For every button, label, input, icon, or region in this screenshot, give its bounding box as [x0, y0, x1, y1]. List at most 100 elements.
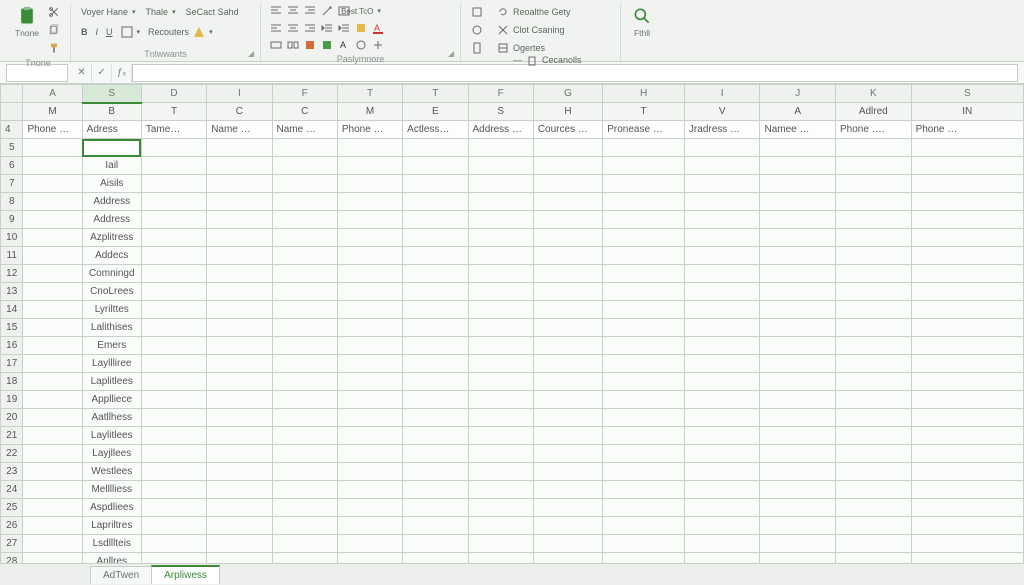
- cell[interactable]: T: [141, 103, 206, 121]
- cell[interactable]: [836, 211, 912, 229]
- cell[interactable]: [684, 193, 760, 211]
- cell[interactable]: [141, 139, 206, 157]
- cell[interactable]: M: [337, 103, 402, 121]
- cell[interactable]: [684, 391, 760, 409]
- cell[interactable]: [911, 463, 1023, 481]
- cell[interactable]: [23, 409, 82, 427]
- row-header[interactable]: 22: [1, 445, 23, 463]
- cell[interactable]: Aisils: [82, 175, 141, 193]
- cell[interactable]: [207, 301, 272, 319]
- cell[interactable]: [337, 337, 402, 355]
- align-top-right-button[interactable]: [303, 4, 317, 18]
- cell[interactable]: [533, 409, 602, 427]
- font-dialog-launcher[interactable]: ◢: [248, 49, 258, 59]
- cell[interactable]: [603, 211, 685, 229]
- best-tco-button[interactable]: Best TcO▾: [354, 4, 368, 18]
- indent-dec-button[interactable]: [320, 21, 334, 35]
- cell[interactable]: [403, 553, 468, 564]
- cell[interactable]: [911, 265, 1023, 283]
- cell[interactable]: [337, 517, 402, 535]
- cell[interactable]: [272, 553, 337, 564]
- cell[interactable]: [207, 157, 272, 175]
- indent-inc-button[interactable]: [337, 21, 351, 35]
- cell[interactable]: [533, 175, 602, 193]
- row-header[interactable]: 13: [1, 283, 23, 301]
- row-header[interactable]: 16: [1, 337, 23, 355]
- style2-button[interactable]: [320, 38, 334, 52]
- row-header[interactable]: 10: [1, 229, 23, 247]
- cell[interactable]: V: [684, 103, 760, 121]
- cell[interactable]: Phone ….: [836, 121, 912, 139]
- cell[interactable]: [468, 283, 533, 301]
- cell[interactable]: [141, 517, 206, 535]
- cell[interactable]: [337, 175, 402, 193]
- cell[interactable]: [403, 175, 468, 193]
- cell[interactable]: [403, 409, 468, 427]
- cell[interactable]: [684, 247, 760, 265]
- side-doc-button[interactable]: [469, 40, 485, 56]
- cell[interactable]: [207, 175, 272, 193]
- cell[interactable]: [533, 463, 602, 481]
- cell[interactable]: [272, 157, 337, 175]
- row-header[interactable]: 23: [1, 463, 23, 481]
- cell[interactable]: [684, 175, 760, 193]
- cell[interactable]: [836, 517, 912, 535]
- col-header[interactable]: H: [603, 85, 685, 103]
- cell[interactable]: [836, 409, 912, 427]
- cell[interactable]: [603, 193, 685, 211]
- font-name-dropdown[interactable]: Voyer Hane▾: [79, 4, 138, 20]
- row-header[interactable]: 7: [1, 175, 23, 193]
- cell[interactable]: A: [760, 103, 836, 121]
- cell[interactable]: [141, 553, 206, 564]
- cell[interactable]: [207, 337, 272, 355]
- cell[interactable]: [533, 355, 602, 373]
- row-header[interactable]: 9: [1, 211, 23, 229]
- cell[interactable]: [533, 211, 602, 229]
- cell[interactable]: [207, 481, 272, 499]
- cell[interactable]: [141, 427, 206, 445]
- cell[interactable]: [684, 499, 760, 517]
- cell[interactable]: [603, 355, 685, 373]
- cell[interactable]: [141, 265, 206, 283]
- cell[interactable]: [23, 229, 82, 247]
- cell[interactable]: Cources …: [533, 121, 602, 139]
- cell[interactable]: Address …: [468, 121, 533, 139]
- cell[interactable]: [836, 301, 912, 319]
- copy-button[interactable]: [46, 22, 62, 38]
- cell[interactable]: [337, 391, 402, 409]
- cell[interactable]: Lsdlllteis: [82, 535, 141, 553]
- fill-color-button[interactable]: [354, 21, 368, 35]
- col-header[interactable]: A: [23, 85, 82, 103]
- cell[interactable]: [23, 553, 82, 564]
- cell[interactable]: [141, 373, 206, 391]
- cell[interactable]: [403, 319, 468, 337]
- col-header[interactable]: T: [337, 85, 402, 103]
- cell[interactable]: C: [272, 103, 337, 121]
- cell[interactable]: [603, 409, 685, 427]
- cell[interactable]: [272, 481, 337, 499]
- bold-button[interactable]: B: [79, 24, 90, 40]
- cell[interactable]: [403, 499, 468, 517]
- cell[interactable]: [272, 283, 337, 301]
- cell[interactable]: [207, 409, 272, 427]
- cell[interactable]: [684, 283, 760, 301]
- cell[interactable]: [403, 157, 468, 175]
- cell[interactable]: [911, 319, 1023, 337]
- cell[interactable]: [337, 463, 402, 481]
- borders-dropdown[interactable]: ▾: [119, 24, 143, 40]
- cell[interactable]: [533, 535, 602, 553]
- sheet-tab-1[interactable]: AdTwen: [90, 566, 152, 584]
- cell[interactable]: [603, 265, 685, 283]
- cell[interactable]: Adlred: [836, 103, 912, 121]
- cell[interactable]: [272, 229, 337, 247]
- cell[interactable]: [911, 373, 1023, 391]
- cell[interactable]: [684, 211, 760, 229]
- cell[interactable]: [337, 499, 402, 517]
- cell[interactable]: [337, 409, 402, 427]
- row-header[interactable]: 24: [1, 481, 23, 499]
- cell[interactable]: [533, 553, 602, 564]
- cell[interactable]: [272, 301, 337, 319]
- cell[interactable]: Adress: [82, 121, 141, 139]
- cell[interactable]: [911, 283, 1023, 301]
- cell[interactable]: [533, 337, 602, 355]
